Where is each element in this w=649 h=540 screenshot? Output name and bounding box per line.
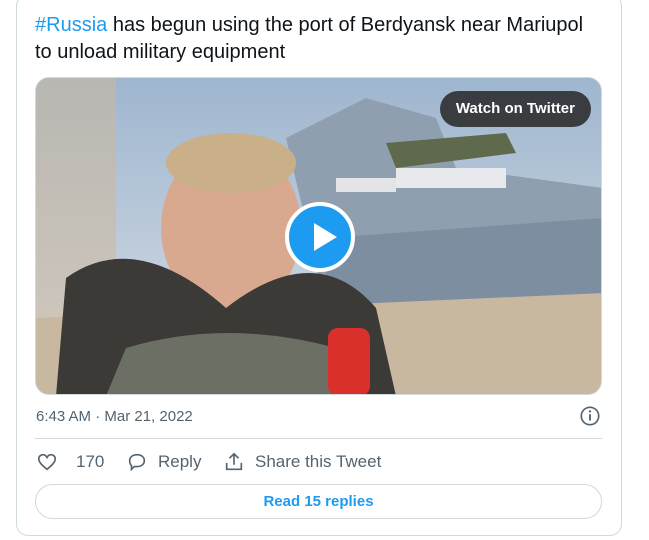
info-icon[interactable] bbox=[579, 405, 601, 427]
like-button[interactable]: 170 bbox=[36, 451, 104, 473]
share-button[interactable]: Share this Tweet bbox=[223, 451, 381, 473]
hashtag-link[interactable]: #Russia bbox=[35, 14, 107, 36]
reply-icon bbox=[128, 453, 146, 472]
play-icon bbox=[314, 223, 337, 251]
read-replies-button[interactable]: Read 15 replies bbox=[35, 484, 602, 519]
watch-on-twitter-button[interactable]: Watch on Twitter bbox=[439, 91, 591, 127]
video-thumbnail[interactable]: Watch on Twitter bbox=[35, 77, 602, 395]
play-button[interactable] bbox=[285, 202, 355, 272]
like-count: 170 bbox=[76, 452, 105, 471]
tweet-text: #Russia has begun using the port of Berd… bbox=[35, 12, 605, 66]
share-icon bbox=[225, 452, 243, 471]
reply-button[interactable]: Reply bbox=[126, 451, 201, 473]
reply-label: Reply bbox=[158, 452, 202, 471]
heart-icon bbox=[37, 453, 57, 471]
divider bbox=[35, 438, 602, 439]
tweet-timestamp[interactable]: 6:43 AM · Mar 21, 2022 bbox=[36, 408, 193, 425]
tweet-body: has begun using the port of Berdyansk ne… bbox=[35, 14, 584, 63]
share-label: Share this Tweet bbox=[255, 452, 382, 471]
